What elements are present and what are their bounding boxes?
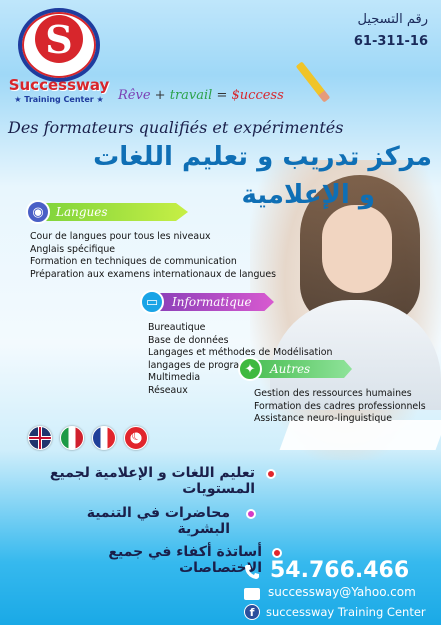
- arabic-point: محاضرات في التنمية البشرية: [86, 505, 230, 537]
- section-informatique-label: Informatique: [172, 295, 252, 309]
- phone-number[interactable]: 54.766.466: [270, 558, 409, 583]
- list-item: Assistance neuro-linguistique: [254, 413, 393, 425]
- section-informatique-badge: Informatique: [154, 293, 274, 311]
- section-langues-badge: Langues: [38, 203, 188, 221]
- people-icon: ✦: [238, 357, 262, 381]
- logo-letter: S: [35, 15, 83, 63]
- mail-icon: [244, 588, 260, 600]
- facebook-link[interactable]: successway Training Center: [266, 605, 426, 619]
- autres-list: Gestion des ressources humaines Formatio…: [254, 388, 439, 426]
- langues-list: Cour de langues pour tous les niveaux An…: [30, 231, 300, 281]
- slogan-reve: Rêve: [118, 88, 151, 103]
- logo-subtitle: ★ Training Center ★: [14, 95, 104, 104]
- list-item: Anglais spécifique: [30, 243, 116, 255]
- france-flag-icon: [92, 426, 116, 450]
- slogan-equals: =: [216, 88, 228, 103]
- italy-flag-icon: [60, 426, 84, 450]
- slogan-success: $uccess: [231, 88, 284, 103]
- arabic-point: أساتذة أكفاء في جميع الإختصاصات: [108, 544, 262, 576]
- globe-icon: ◉: [26, 200, 50, 224]
- section-autres-label: Autres: [270, 362, 311, 376]
- pencil-icon: [295, 61, 331, 103]
- student-face: [322, 205, 392, 293]
- tunisia-flag-icon: [124, 426, 148, 450]
- list-item: Formation en techniques de communication: [30, 256, 237, 268]
- monitor-icon: ▭: [140, 290, 164, 314]
- uk-flag-icon: [28, 426, 52, 450]
- slogan: Rêve + travail = $uccess: [118, 88, 284, 103]
- arabic-point: تعليم اللغات و الإعلامية لجميع المستويات: [49, 465, 255, 497]
- arabic-title-line1: مركز تدريب و تعليم اللغات: [93, 142, 432, 172]
- slogan-travail: travail: [169, 88, 213, 103]
- registration-label: رقم التسجيل: [357, 12, 428, 27]
- list-item: Base de données: [148, 334, 229, 346]
- section-autres-badge: Autres: [252, 360, 352, 378]
- tagline: Des formateurs qualifiés et expérimentés: [8, 118, 344, 137]
- facebook-icon: f: [244, 604, 260, 620]
- registration-number: 61-311-16: [353, 34, 428, 49]
- phone-icon: [245, 565, 259, 579]
- bullet-icon: [246, 509, 256, 519]
- list-item: Préparation aux examens internationaux d…: [30, 268, 277, 280]
- list-item: Cour de langues pour tous les niveaux: [30, 231, 211, 242]
- list-item: Gestion des ressources humaines: [254, 388, 412, 399]
- bullet-icon: [272, 548, 282, 558]
- list-item: Formation des cadres professionnels: [254, 400, 426, 412]
- section-langues-label: Langues: [56, 205, 108, 219]
- list-item: Bureautique: [148, 322, 206, 333]
- bullet-icon: [266, 469, 276, 479]
- slogan-plus: +: [154, 88, 166, 103]
- email-link[interactable]: successway@Yahoo.com: [268, 585, 416, 599]
- logo-name: Successway: [8, 76, 110, 94]
